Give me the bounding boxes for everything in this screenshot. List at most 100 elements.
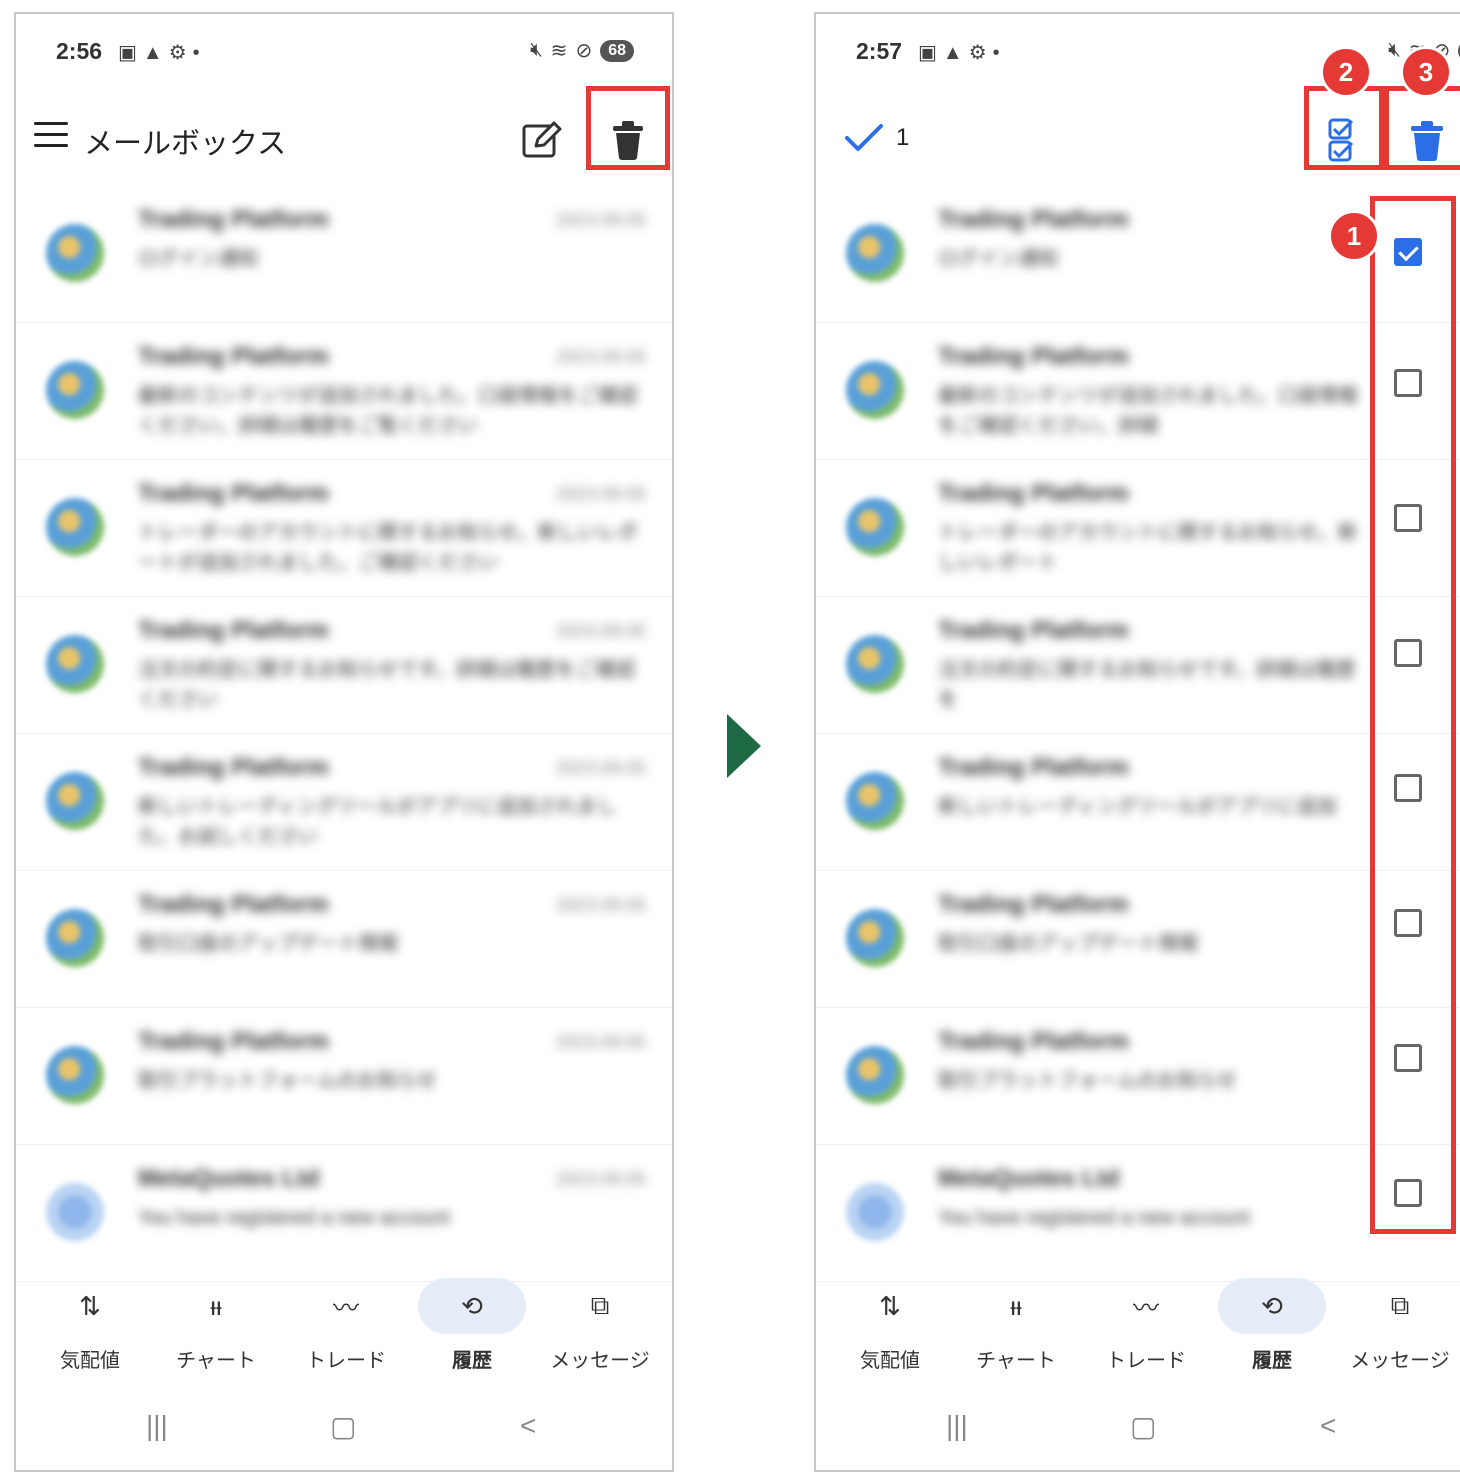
mail-sender: Trading Platform [138,480,329,507]
mail-sender: Trading Platform [938,891,1129,918]
mail-checkbox[interactable] [1394,774,1422,802]
mail-list-item[interactable]: Trading Platform 2023.09.05 新しいトレーディングツー… [16,734,672,871]
sender-avatar [46,361,104,419]
mail-date: 2023.09.05 [555,895,646,915]
mail-sender: Trading Platform [138,343,329,370]
mail-preview: 取引口座のアップデート情報 [938,933,1198,955]
select-all-icon[interactable] [1322,116,1366,164]
mail-checkbox[interactable] [1394,1044,1422,1072]
nav-label: チャート [176,1350,256,1372]
nav-item-messages[interactable]: ⧉ メッセージ [1340,1276,1460,1373]
mail-list-item[interactable]: Trading Platform 注文の約定に関するお知らせです。詳細は履歴を [816,597,1460,734]
sender-avatar [46,498,104,556]
mail-checkbox[interactable] [1394,238,1422,266]
mail-list-item[interactable]: Trading Platform 2023.09.05 ログイン通知 [16,186,672,323]
trade-line-icon: 〰 [1132,1292,1159,1323]
back-icon[interactable]: < [1320,1410,1336,1442]
mail-preview: 取引口座のアップデート情報 [138,933,398,955]
mail-list: Trading Platform ログイン通知 Trading Platform… [816,186,1460,1282]
chart-candles-icon: ᵼᵼ [210,1290,222,1321]
status-time: 2:57 [856,38,903,64]
mail-date: 2023.09.05 [555,621,646,641]
mail-checkbox[interactable] [1394,639,1422,667]
nav-item-chart[interactable]: ᵼᵼ チャート [956,1276,1076,1373]
mail-sender: Trading Platform [938,206,1129,233]
sender-avatar [46,772,104,830]
mail-checkbox[interactable] [1394,909,1422,937]
mail-preview: トレーダーのアカウントに関するお知らせ。新しいレポートが追加されました。ご確認く… [138,522,638,574]
nav-item-history[interactable]: ⟲ 履歴 [1212,1276,1332,1373]
mail-preview: ログイン通知 [138,248,258,270]
mail-preview: トレーダーのアカウントに関するお知らせ。新しいレポート [938,522,1358,574]
mail-list-item[interactable]: Trading Platform 2023.09.05 取引プラットフォームのお… [16,1008,672,1145]
check-icon[interactable] [844,122,884,154]
recents-icon[interactable]: ||| [146,1410,168,1442]
compose-icon[interactable] [520,118,564,162]
mail-preview: 最新のコンテンツが追加されました。口座情報をご確認ください。詳細 [938,385,1358,437]
selection-app-bar: 1 [816,94,1460,184]
mute-icon: 🔇︎ [1388,39,1401,61]
mail-date: 2023.09.05 [555,758,646,778]
mail-checkbox[interactable] [1394,1179,1422,1207]
system-navigation-bar: ||| ▢ < [16,1404,672,1464]
sender-avatar [846,1046,904,1104]
dnd-icon: ⊘ [575,40,593,62]
mail-date: 2023.09.05 [555,1032,646,1052]
trade-line-icon: 〰 [332,1292,359,1323]
sender-avatar [46,909,104,967]
notification-icons: ▣▲⚙• [918,42,1006,64]
mail-list-item[interactable]: Trading Platform 2023.09.05 取引口座のアップデート情… [16,871,672,1008]
hamburger-menu-icon[interactable] [34,122,68,150]
mail-checkbox[interactable] [1394,504,1422,532]
nav-item-trade[interactable]: 〰 トレード [1086,1276,1206,1373]
delete-selected-icon[interactable] [1406,118,1448,164]
mail-preview: 取引プラットフォームのお知らせ [938,1070,1237,1092]
mail-list-item[interactable]: Trading Platform 取引口座のアップデート情報 [816,871,1460,1008]
mail-list-item[interactable]: Trading Platform 新しいトレーディングツールがアプリに追加 [816,734,1460,871]
mail-sender: Trading Platform [938,480,1129,507]
mail-preview: 最新のコンテンツが追加されました。口座情報をご確認ください。詳細は履歴をご覧くだ… [138,385,638,437]
page-title: メールボックス [84,128,287,160]
sender-avatar [846,635,904,693]
mail-sender: Trading Platform [138,617,329,644]
mail-list-item[interactable]: Trading Platform 取引プラットフォームのお知らせ [816,1008,1460,1145]
nav-item-quotes[interactable]: ⇅ 気配値 [830,1276,950,1373]
mail-list-item[interactable]: Trading Platform 2023.09.05 注文の約定に関するお知ら… [16,597,672,734]
quotes-arrows-icon: ⇅ [79,1290,101,1321]
history-clock-icon: ⟲ [1218,1278,1326,1334]
mail-list-item[interactable]: MetaQuotes Ltd You have registered a new… [816,1145,1460,1282]
home-icon[interactable]: ▢ [1130,1410,1156,1443]
mail-sender: MetaQuotes Ltd [938,1165,1120,1192]
sender-avatar [846,224,904,282]
mail-list-item[interactable]: Trading Platform 最新のコンテンツが追加されました。口座情報をご… [816,323,1460,460]
mail-sender: Trading Platform [938,1028,1129,1055]
nav-label: 気配値 [860,1350,920,1372]
mail-list-item[interactable]: Trading Platform 2023.09.05 トレーダーのアカウントに… [16,460,672,597]
nav-item-messages[interactable]: ⧉ メッセージ [540,1276,660,1373]
messages-icon: ⧉ [1390,1290,1410,1320]
mail-list-item[interactable]: Trading Platform トレーダーのアカウントに関するお知らせ。新しい… [816,460,1460,597]
selection-count: 1 [896,124,910,151]
nav-item-history[interactable]: ⟲ 履歴 [412,1276,532,1373]
sender-avatar [846,498,904,556]
status-time: 2:56 [56,38,103,64]
nav-item-trade[interactable]: 〰 トレード [286,1276,406,1373]
wifi-icon: ≋ [550,40,568,62]
mail-preview: ログイン通知 [938,248,1058,270]
chart-candles-icon: ᵼᵼ [1010,1290,1022,1321]
mail-checkbox[interactable] [1394,369,1422,397]
nav-label: メッセージ [550,1350,650,1372]
nav-item-quotes[interactable]: ⇅ 気配値 [30,1276,150,1373]
mail-list-item[interactable]: MetaQuotes Ltd 2023.09.05 You have regis… [16,1145,672,1282]
mail-sender: Trading Platform [138,1028,329,1055]
trash-icon[interactable] [608,118,648,162]
system-navigation-bar: ||| ▢ < [816,1404,1460,1464]
home-icon[interactable]: ▢ [330,1410,356,1443]
mail-list-item[interactable]: Trading Platform 2023.09.05 最新のコンテンツが追加さ… [16,323,672,460]
sender-avatar [846,1183,904,1241]
recents-icon[interactable]: ||| [946,1410,968,1442]
back-icon[interactable]: < [520,1410,536,1442]
nav-item-chart[interactable]: ᵼᵼ チャート [156,1276,276,1373]
mail-date: 2023.09.05 [555,210,646,230]
nav-label: 履歴 [1252,1350,1292,1372]
